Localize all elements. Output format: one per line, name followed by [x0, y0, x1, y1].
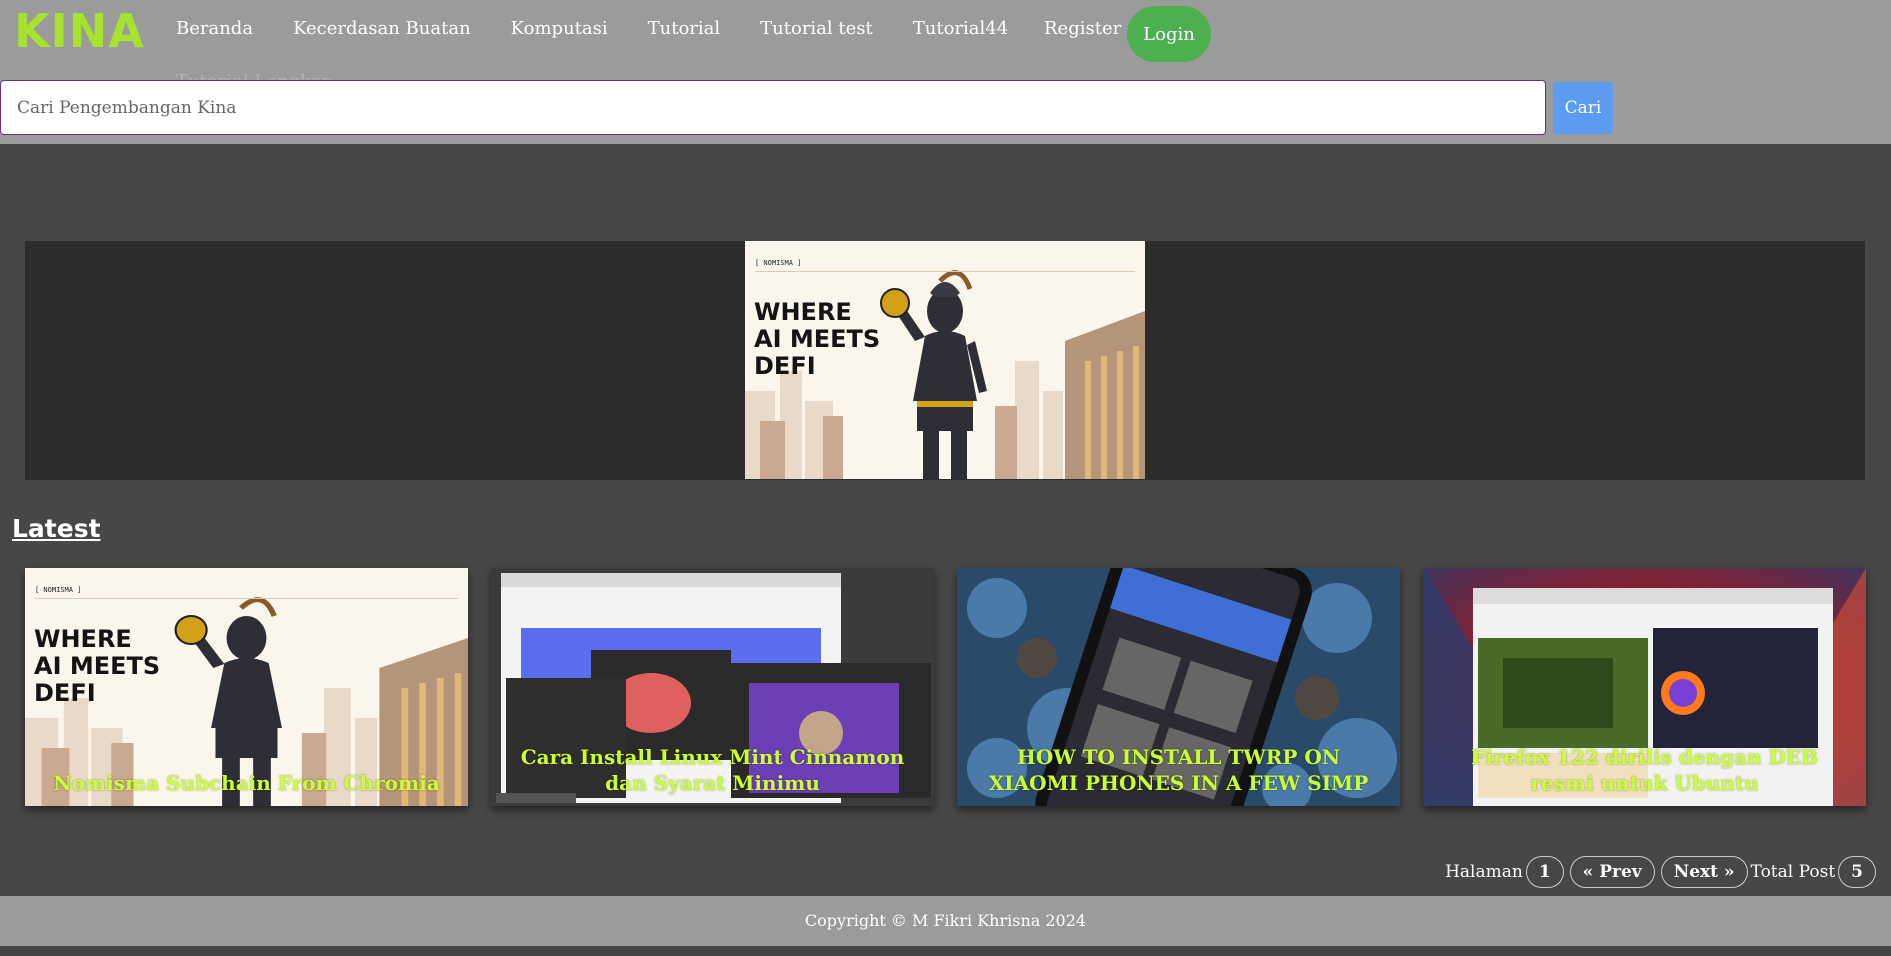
- login-button[interactable]: Login: [1127, 6, 1211, 62]
- post-card[interactable]: HOW TO INSTALL TWRP ON XIAOMI PHONES IN …: [957, 568, 1400, 806]
- main-nav: Beranda Kecerdasan Buatan Komputasi Tuto…: [176, 18, 1048, 39]
- site-logo[interactable]: KINA: [14, 4, 145, 58]
- poster-divider: [35, 598, 458, 599]
- poster-tagline: WHERE AI MEETS DEFI: [34, 625, 161, 707]
- total-post-label: Total Post: [1750, 862, 1836, 882]
- nav-tutorial-test[interactable]: Tutorial test: [760, 18, 873, 39]
- current-page[interactable]: 1: [1525, 856, 1564, 888]
- poster-divider: [755, 271, 1135, 272]
- poster-tagline: WHERE AI MEETS DEFI: [754, 298, 881, 380]
- site-footer: Copyright © M Fikri Khrisna 2024: [0, 896, 1891, 946]
- post-card[interactable]: Firefox 122 dirilis dengan DEB resmi unt…: [1423, 568, 1866, 806]
- prev-button[interactable]: « Prev: [1569, 856, 1655, 888]
- latest-heading: Latest: [12, 514, 101, 543]
- nav-tutorial[interactable]: Tutorial: [648, 18, 721, 39]
- nav-tutorial44[interactable]: Tutorial44: [913, 18, 1008, 39]
- nav-komputasi[interactable]: Komputasi: [511, 18, 608, 39]
- search-input[interactable]: [0, 80, 1546, 135]
- bottom-strip: [0, 946, 1891, 956]
- pagination: Halaman 1 « Prev Next » Total Post 5: [1445, 856, 1879, 888]
- post-title[interactable]: Cara Install Linux Mint Cinnamon dan Sya…: [491, 744, 934, 796]
- featured-image[interactable]: [ NOMISMA ] WHERE AI MEETS DEFI: [745, 241, 1145, 479]
- poster-brand: [ NOMISMA ]: [35, 586, 82, 594]
- post-card[interactable]: [ NOMISMA ] WHERE AI MEETS DEFI Nomisma …: [25, 568, 468, 806]
- next-button[interactable]: Next »: [1660, 856, 1748, 888]
- post-title[interactable]: Firefox 122 dirilis dengan DEB resmi unt…: [1423, 744, 1866, 796]
- poster-brand: [ NOMISMA ]: [755, 259, 802, 267]
- nav-kecerdasan-buatan[interactable]: Kecerdasan Buatan: [293, 18, 471, 39]
- page-label: Halaman: [1445, 862, 1523, 882]
- nav-beranda[interactable]: Beranda: [176, 18, 253, 39]
- post-title[interactable]: Nomisma Subchain From Chromia: [25, 770, 468, 796]
- total-post-count: 5: [1838, 856, 1876, 888]
- post-title[interactable]: HOW TO INSTALL TWRP ON XIAOMI PHONES IN …: [957, 744, 1400, 796]
- copyright-text: Copyright © M Fikri Khrisna 2024: [804, 911, 1087, 930]
- register-link[interactable]: Register: [1044, 18, 1121, 39]
- site-header: KINA Beranda Kecerdasan Buatan Komputasi…: [0, 0, 1891, 144]
- search-button[interactable]: Cari: [1553, 82, 1613, 134]
- post-card[interactable]: Cara Install Linux Mint Cinnamon dan Sya…: [491, 568, 934, 806]
- featured-banner[interactable]: [ NOMISMA ] WHERE AI MEETS DEFI: [25, 241, 1865, 480]
